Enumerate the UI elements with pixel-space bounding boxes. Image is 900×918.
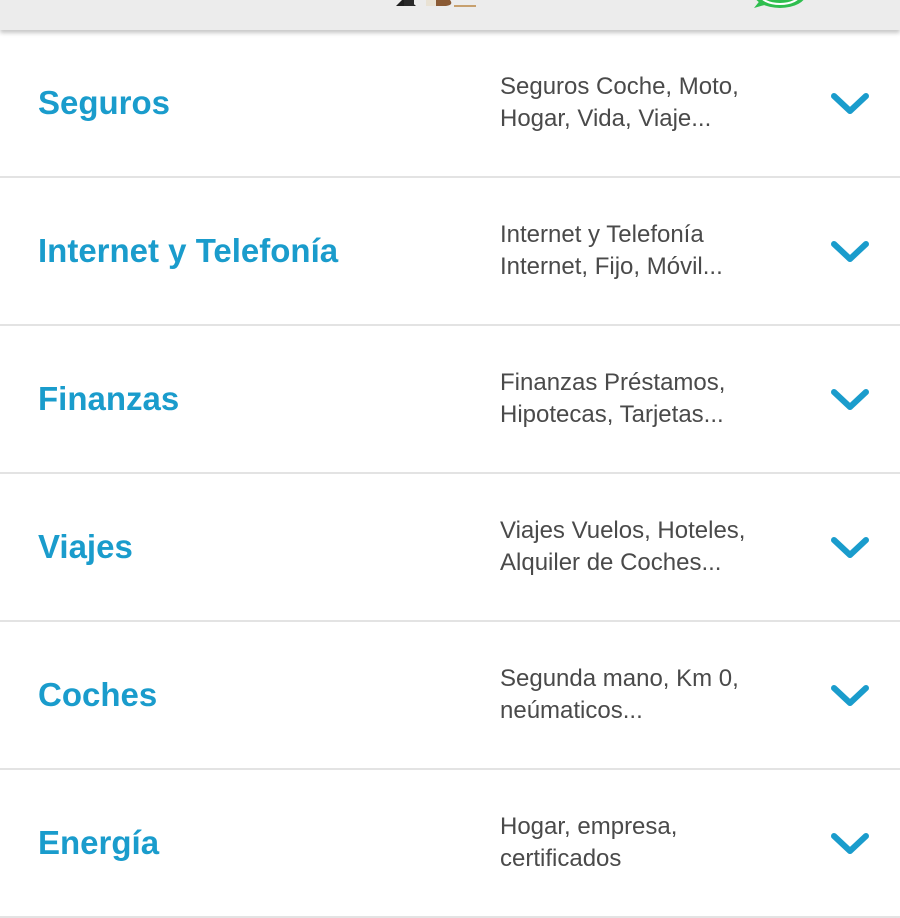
chevron-down-icon[interactable] xyxy=(828,90,872,118)
menu-item-description: Hogar, empresa, certificados xyxy=(500,811,800,875)
menu-item-description-line: Internet y Telefonía xyxy=(500,221,704,248)
category-menu: Seguros Seguros Coche, Moto, Hogar, Vida… xyxy=(0,30,900,918)
menu-item-description: Internet y Telefonía Internet, Fijo, Móv… xyxy=(500,219,800,283)
whatsapp-icon[interactable] xyxy=(750,0,810,10)
menu-item-description: Segunda mano, Km 0, neúmaticos... xyxy=(500,663,800,727)
menu-item-description-line: neúmaticos... xyxy=(500,697,643,724)
menu-item-finanzas[interactable]: Finanzas Finanzas Préstamos, Hipotecas, … xyxy=(0,326,900,474)
chevron-down-icon[interactable] xyxy=(828,830,872,858)
app-header xyxy=(0,0,900,30)
menu-item-description: Viajes Vuelos, Hoteles, Alquiler de Coch… xyxy=(500,515,800,579)
menu-item-title: Coches xyxy=(38,676,158,713)
chevron-down-icon[interactable] xyxy=(828,386,872,414)
menu-item-description: Finanzas Préstamos, Hipotecas, Tarjetas.… xyxy=(500,367,800,431)
menu-item-title: Finanzas xyxy=(38,380,180,417)
menu-item-internet-telefonia[interactable]: Internet y Telefonía Internet y Telefoní… xyxy=(0,178,900,326)
menu-item-description-line: Viajes Vuelos, Hoteles, xyxy=(500,517,746,544)
menu-item-description-line: Internet, Fijo, Móvil... xyxy=(500,253,723,280)
menu-item-description-line: Hogar, Vida, Viaje... xyxy=(500,105,712,132)
menu-item-energia[interactable]: Energía Hogar, empresa, certificados xyxy=(0,770,900,918)
menu-item-viajes[interactable]: Viajes Viajes Vuelos, Hoteles, Alquiler … xyxy=(0,474,900,622)
menu-item-description: Seguros Coche, Moto, Hogar, Vida, Viaje.… xyxy=(500,71,800,135)
menu-item-description-line: Seguros Coche, Moto, xyxy=(500,73,739,100)
menu-item-title: Energía xyxy=(38,824,160,861)
menu-item-description-line: Hipotecas, Tarjetas... xyxy=(500,401,724,428)
menu-item-title: Internet y Telefonía xyxy=(38,232,339,269)
menu-item-description-line: Finanzas Préstamos, xyxy=(500,369,726,396)
chevron-down-icon[interactable] xyxy=(828,238,872,266)
menu-item-description-line: Hogar, empresa, xyxy=(500,813,678,840)
mascot-logo-icon[interactable] xyxy=(396,0,478,8)
menu-item-seguros[interactable]: Seguros Seguros Coche, Moto, Hogar, Vida… xyxy=(0,30,900,178)
menu-item-title: Seguros xyxy=(38,84,171,121)
chevron-down-icon[interactable] xyxy=(828,534,872,562)
menu-item-title: Viajes xyxy=(38,528,133,565)
menu-item-description-line: Segunda mano, Km 0, xyxy=(500,665,739,692)
menu-item-description-line: Alquiler de Coches... xyxy=(500,549,722,576)
menu-item-coches[interactable]: Coches Segunda mano, Km 0, neúmaticos... xyxy=(0,622,900,770)
menu-item-description-line: certificados xyxy=(500,845,622,872)
chevron-down-icon[interactable] xyxy=(828,682,872,710)
